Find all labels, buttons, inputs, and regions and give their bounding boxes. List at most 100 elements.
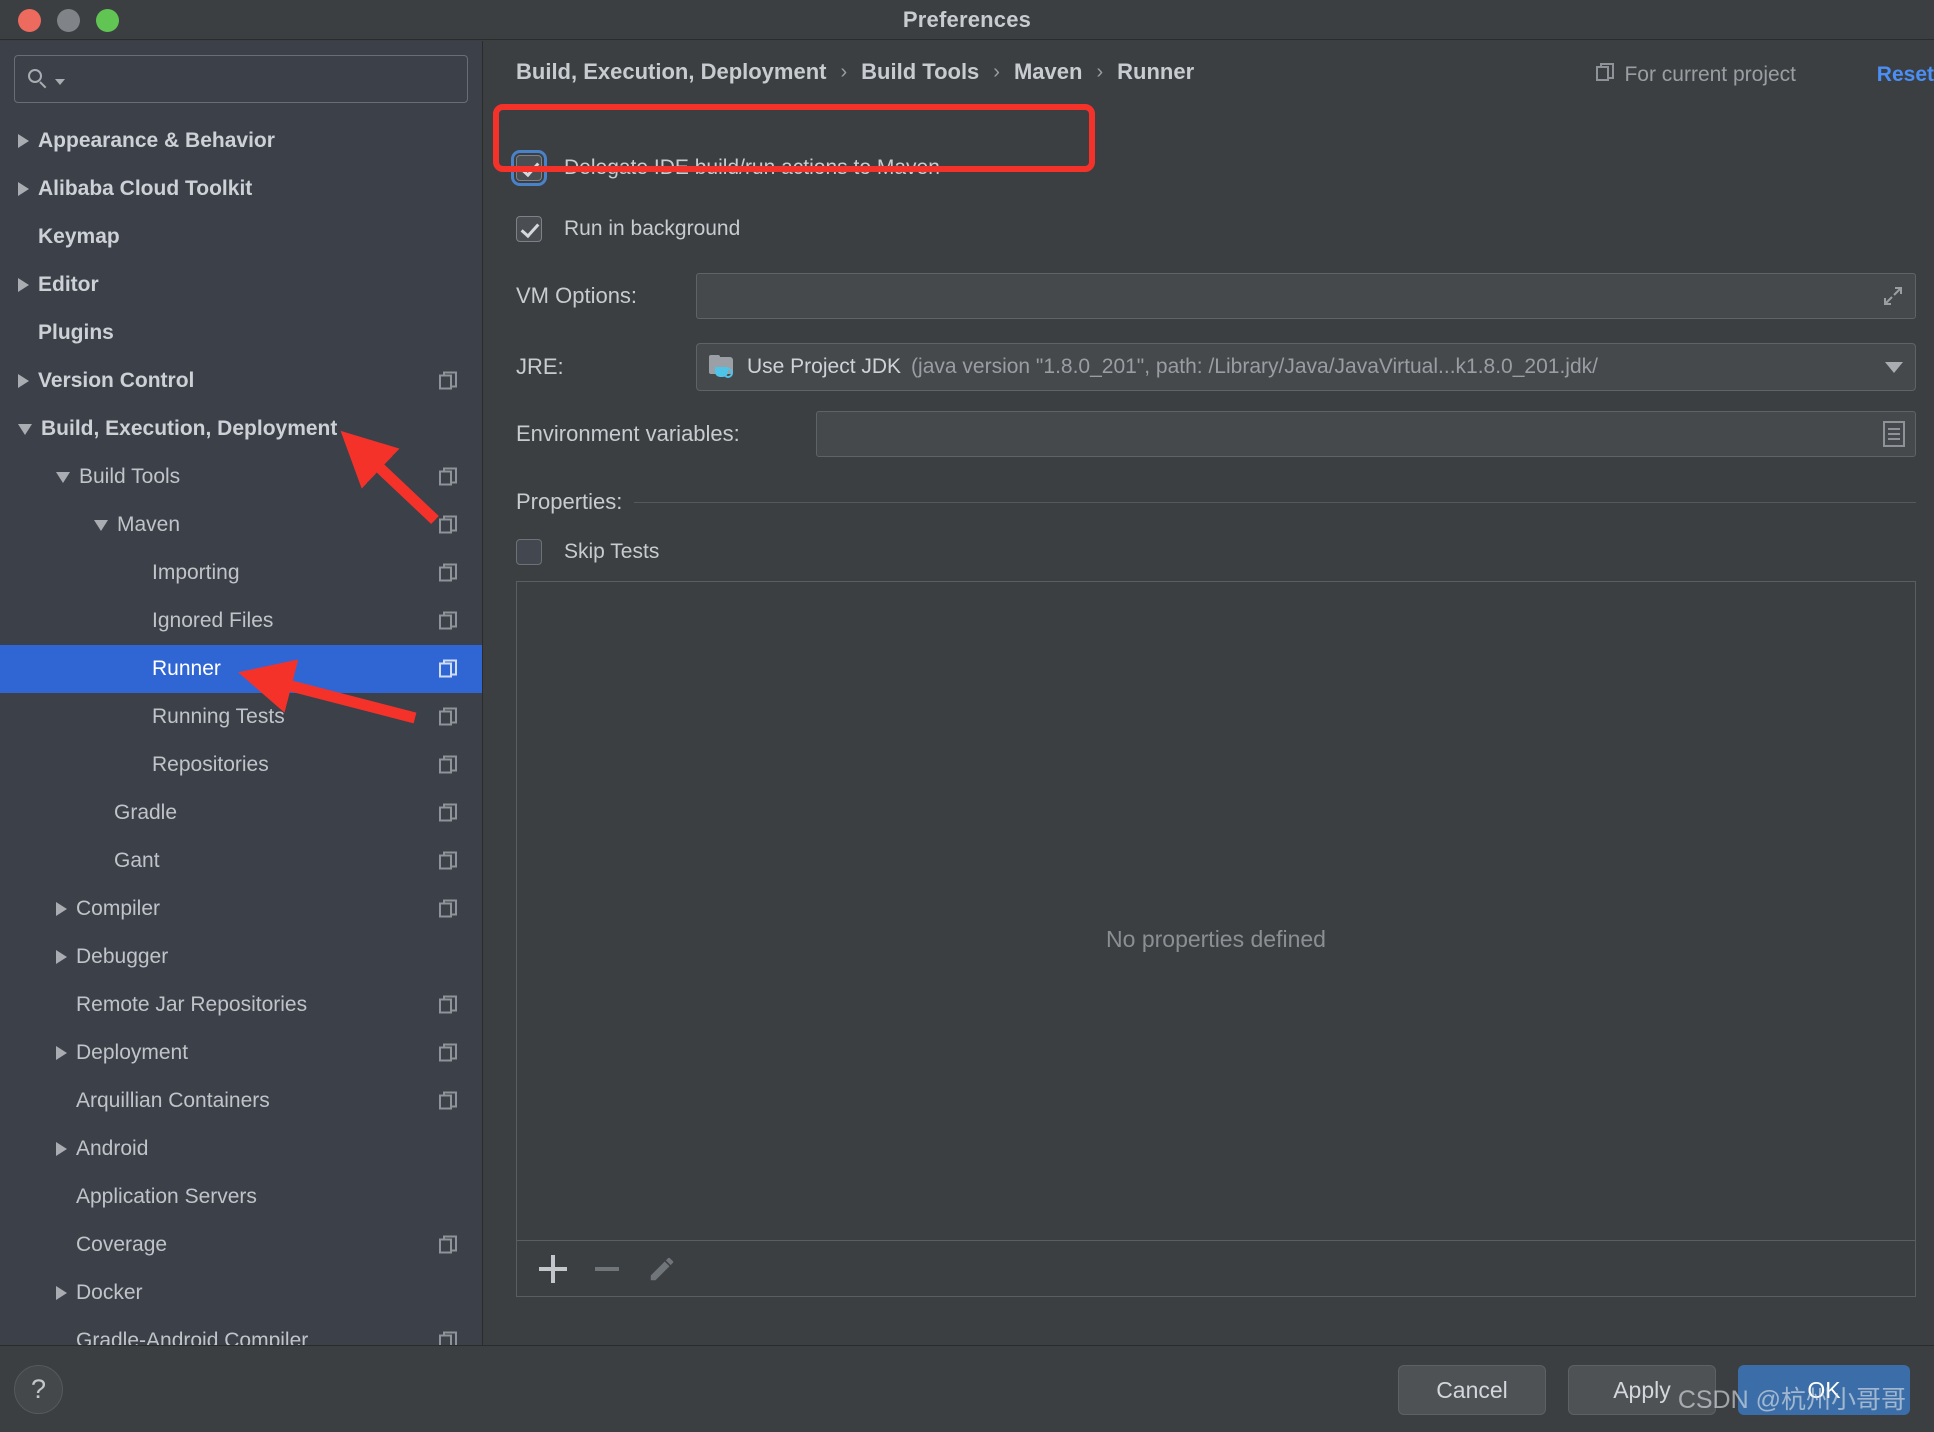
edit-property-button[interactable] xyxy=(647,1254,677,1284)
tree-item-deployment[interactable]: Deployment xyxy=(0,1029,482,1077)
copy-icon[interactable] xyxy=(439,1235,458,1255)
vm-options-field[interactable] xyxy=(696,273,1916,319)
run-in-background-checkbox-row[interactable]: Run in background xyxy=(516,216,740,242)
tree-item-label: Debugger xyxy=(76,945,169,968)
tree-item-gradle-android-compiler[interactable]: Gradle-Android Compiler xyxy=(0,1317,482,1345)
copy-icon[interactable] xyxy=(439,467,458,487)
search-icon xyxy=(27,68,49,90)
skip-tests-checkbox[interactable] xyxy=(516,539,542,565)
vm-options-label: VM Options: xyxy=(516,283,638,308)
remove-property-button[interactable] xyxy=(595,1266,619,1271)
tree-item-repositories[interactable]: Repositories xyxy=(0,741,482,789)
chevron-right-icon[interactable] xyxy=(18,374,29,388)
chevron-right-icon[interactable] xyxy=(18,182,29,196)
tree-item-label: Ignored Files xyxy=(152,609,274,632)
tree-item-docker[interactable]: Docker xyxy=(0,1269,482,1317)
properties-panel[interactable]: No properties defined xyxy=(516,581,1916,1297)
cancel-button[interactable]: Cancel xyxy=(1398,1365,1546,1415)
chevron-down-icon[interactable] xyxy=(94,519,108,531)
copy-icon[interactable] xyxy=(439,611,458,631)
copy-icon[interactable] xyxy=(439,707,458,727)
tree-item-running-tests[interactable]: Running Tests xyxy=(0,693,482,741)
tree-item-arquillian-containers[interactable]: Arquillian Containers xyxy=(0,1077,482,1125)
tree-item-android[interactable]: Android xyxy=(0,1125,482,1173)
tree-item-application-servers[interactable]: Application Servers xyxy=(0,1173,482,1221)
copy-icon[interactable] xyxy=(439,515,458,535)
copy-icon[interactable] xyxy=(439,1091,458,1111)
chevron-down-icon[interactable] xyxy=(1885,361,1903,373)
tree-item-label: Deployment xyxy=(76,1041,189,1064)
chevron-right-icon[interactable] xyxy=(56,1046,67,1060)
copy-icon[interactable] xyxy=(439,899,458,919)
tree-item-compiler[interactable]: Compiler xyxy=(0,885,482,933)
add-property-button[interactable] xyxy=(539,1254,567,1283)
tree-item-editor[interactable]: Editor xyxy=(0,261,482,309)
tree-item-gant[interactable]: Gant xyxy=(0,837,482,885)
copy-icon[interactable] xyxy=(439,371,458,391)
search-box[interactable] xyxy=(14,55,468,103)
tree-item-runner[interactable]: Runner xyxy=(0,645,482,693)
chevron-right-icon[interactable] xyxy=(18,278,29,292)
tree-item-coverage[interactable]: Coverage xyxy=(0,1221,482,1269)
chevron-right-icon[interactable] xyxy=(56,1286,67,1300)
delegate-checkbox[interactable] xyxy=(511,150,547,186)
breadcrumb-item[interactable]: Build Tools xyxy=(861,59,979,85)
skip-tests-checkbox-row[interactable]: Skip Tests xyxy=(516,539,659,565)
search-input[interactable] xyxy=(71,69,455,89)
vm-options-row: VM Options: xyxy=(516,273,1916,319)
chevron-right-icon[interactable] xyxy=(56,950,67,964)
tree-item-appearance-behavior[interactable]: Appearance & Behavior xyxy=(0,117,482,165)
skip-tests-label: Skip Tests xyxy=(564,540,660,563)
jre-value: Use Project JDK xyxy=(747,355,902,378)
tree-item-label: Running Tests xyxy=(152,705,285,728)
tree-item-maven[interactable]: Maven xyxy=(0,501,482,549)
tree-item-gradle[interactable]: Gradle xyxy=(0,789,482,837)
copy-icon[interactable] xyxy=(439,851,458,871)
breadcrumb-item[interactable]: Maven xyxy=(1014,59,1082,85)
tree-item-label: Gradle-Android Compiler xyxy=(76,1329,309,1345)
chevron-right-icon[interactable] xyxy=(56,1142,67,1156)
settings-sidebar: Appearance & Behavior Alibaba Cloud Toolk… xyxy=(0,41,483,1345)
chevron-down-icon[interactable] xyxy=(18,423,32,435)
reset-link[interactable]: Reset xyxy=(1877,63,1934,87)
close-button[interactable] xyxy=(18,8,41,32)
tree-item-remote-jar-repositories[interactable]: Remote Jar Repositories xyxy=(0,981,482,1029)
tree-item-importing[interactable]: Importing xyxy=(0,549,482,597)
chevron-right-icon[interactable] xyxy=(18,134,29,148)
copy-icon[interactable] xyxy=(439,755,458,775)
expand-icon[interactable] xyxy=(1881,284,1905,308)
chevron-down-icon[interactable] xyxy=(55,79,65,85)
properties-section-header: Properties: xyxy=(516,489,1916,515)
run-in-background-checkbox[interactable] xyxy=(516,216,542,242)
copy-icon[interactable] xyxy=(439,1043,458,1063)
tree-item-build-execution-deployment[interactable]: Build, Execution, Deployment xyxy=(0,405,482,453)
copy-icon[interactable] xyxy=(439,659,458,679)
minimize-button[interactable] xyxy=(57,8,80,32)
copy-icon[interactable] xyxy=(439,995,458,1015)
tree-item-plugins[interactable]: Plugins xyxy=(0,309,482,357)
tree-item-version-control[interactable]: Version Control xyxy=(0,357,482,405)
delegate-ide-build-run-actions-checkbox-row[interactable]: Delegate IDE build/run actions to Maven xyxy=(511,150,940,186)
jre-value-detail: (java version "1.8.0_201", path: /Librar… xyxy=(911,355,1598,378)
settings-main-panel: Build, Execution, Deployment › Build Tools… xyxy=(484,41,1934,1345)
help-button[interactable]: ? xyxy=(14,1365,63,1414)
title-bar: Preferences xyxy=(0,0,1934,40)
chevron-down-icon[interactable] xyxy=(56,471,70,483)
tree-item-ignored-files[interactable]: Ignored Files xyxy=(0,597,482,645)
window-controls xyxy=(10,0,119,40)
tree-item-build-tools[interactable]: Build Tools xyxy=(0,453,482,501)
tree-item-label: Build, Execution, Deployment xyxy=(41,417,338,440)
tree-item-debugger[interactable]: Debugger xyxy=(0,933,482,981)
tree-item-alibaba-cloud-toolkit[interactable]: Alibaba Cloud Toolkit xyxy=(0,165,482,213)
jre-combobox[interactable]: Use Project JDK (java version "1.8.0_201… xyxy=(696,343,1916,391)
tree-item-keymap[interactable]: Keymap xyxy=(0,213,482,261)
copy-icon[interactable] xyxy=(439,1331,458,1345)
list-icon[interactable] xyxy=(1883,421,1905,447)
chevron-right-icon[interactable] xyxy=(56,902,67,916)
copy-icon[interactable] xyxy=(439,563,458,583)
zoom-button[interactable] xyxy=(96,8,119,32)
tree-item-label: Plugins xyxy=(38,321,114,344)
breadcrumb-item[interactable]: Build, Execution, Deployment xyxy=(516,59,826,85)
environment-variables-field[interactable] xyxy=(816,411,1916,457)
copy-icon[interactable] xyxy=(439,803,458,823)
